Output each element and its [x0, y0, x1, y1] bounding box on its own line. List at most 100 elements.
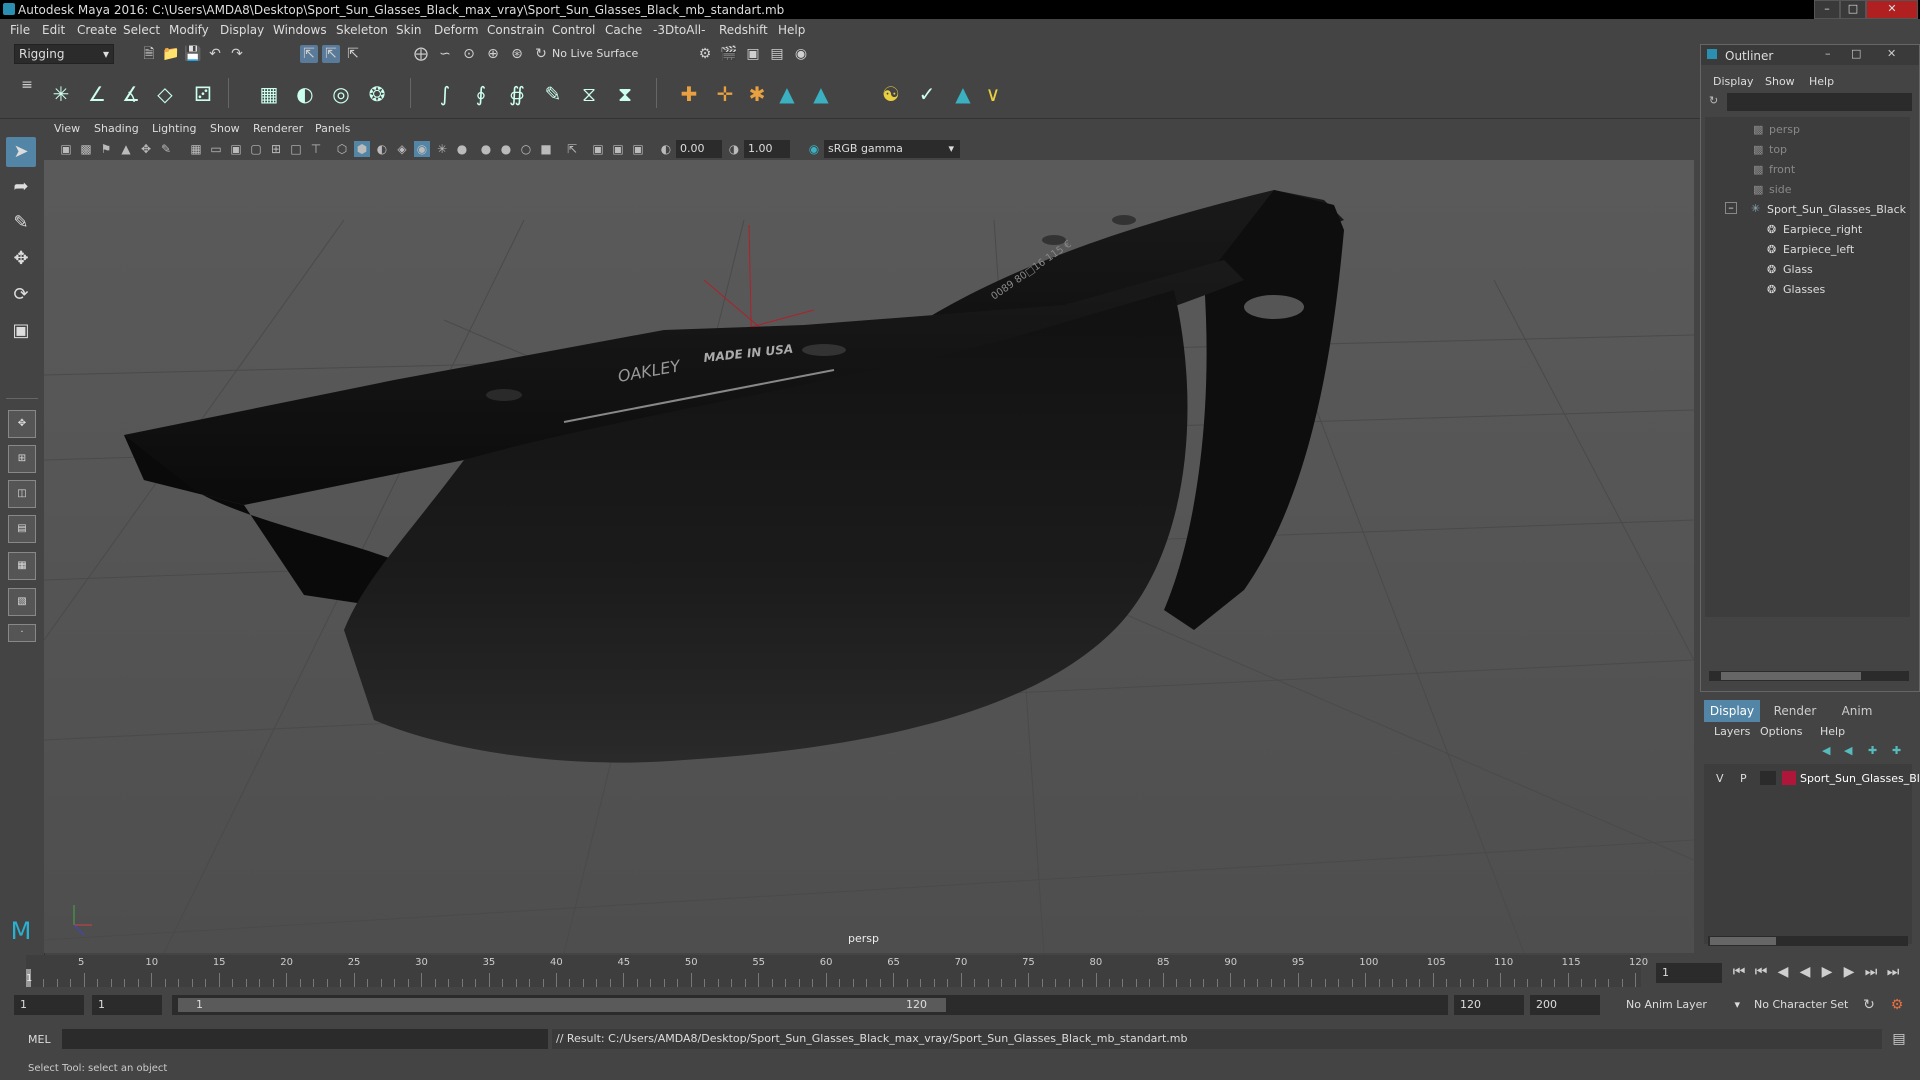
wire-icon[interactable]: ◎ — [328, 81, 354, 107]
new-scene-icon[interactable]: 🗎 — [140, 45, 158, 63]
animation-start-field[interactable]: 1 — [14, 995, 84, 1015]
use-all-lights-icon[interactable]: ◉ — [414, 141, 430, 157]
scale-tool-icon[interactable]: ▣ — [6, 316, 36, 346]
select-component-icon[interactable]: ⇱ — [344, 45, 362, 63]
step-forward-frame-icon[interactable]: ▶ — [1840, 963, 1858, 981]
bind-skin-icon[interactable]: ∫ — [432, 81, 458, 107]
select-hierarchy-icon[interactable]: ⇱ — [300, 45, 318, 63]
playback-end-field[interactable]: 120 — [1454, 995, 1524, 1015]
shadows-icon[interactable]: ✳ — [434, 141, 450, 157]
outliner-persp-icon[interactable]: ▤ — [8, 515, 36, 543]
maximize-icon[interactable]: □ — [1851, 47, 1861, 60]
menu-cache[interactable]: Cache — [605, 23, 642, 37]
menu-file[interactable]: File — [10, 23, 30, 37]
textured-icon[interactable]: ◈ — [394, 141, 410, 157]
range-slider[interactable]: 1 120 — [172, 995, 1448, 1015]
playback-start-field[interactable]: 1 — [92, 995, 162, 1015]
render-view-icon[interactable]: 🎬 — [720, 45, 738, 63]
snap-curve-icon[interactable]: ∽ — [436, 45, 454, 63]
move-layer-down-icon[interactable]: ◀ — [1844, 744, 1852, 757]
aim-constraint-icon[interactable]: ✱ — [744, 81, 770, 107]
outliner-menu-help[interactable]: Help — [1809, 75, 1834, 88]
move-layer-up-icon[interactable]: ◀ — [1822, 744, 1830, 757]
locator-icon[interactable]: ✚ — [676, 81, 702, 107]
joint-tool-icon[interactable]: ✳ — [48, 81, 74, 107]
menu-edit[interactable]: Edit — [42, 23, 65, 37]
safe-action-icon[interactable]: □ — [288, 141, 304, 157]
menu-constrain[interactable]: Constrain — [487, 23, 545, 37]
outliner-item-glass[interactable]: Glass — [1783, 263, 1813, 276]
depth-of-field-icon[interactable]: ○ — [518, 141, 534, 157]
lattice-icon[interactable]: ▦ — [256, 81, 282, 107]
gamma-field[interactable]: 1.00 — [744, 140, 790, 158]
tab-display[interactable]: Display — [1704, 700, 1760, 722]
xray-joints-icon[interactable]: ▣ — [590, 141, 606, 157]
scale-constraint-icon[interactable]: ▲ — [808, 81, 834, 107]
detach-skin-icon[interactable]: ∯ — [504, 81, 530, 107]
current-frame-field[interactable]: 1 — [1656, 963, 1722, 983]
parent-constraint-icon[interactable]: ☯ — [878, 81, 904, 107]
image-plane-icon[interactable]: ▲ — [118, 141, 134, 157]
menu-modify[interactable]: Modify — [169, 23, 209, 37]
redo-icon[interactable]: ↷ — [228, 45, 246, 63]
grease-pencil-icon[interactable]: ✎ — [158, 141, 174, 157]
panel-menu-renderer[interactable]: Renderer — [253, 122, 303, 135]
undo-icon[interactable]: ↶ — [206, 45, 224, 63]
outliner-search-input[interactable] — [1727, 93, 1912, 111]
xray-components-icon[interactable]: ▣ — [610, 141, 626, 157]
menu-display[interactable]: Display — [220, 23, 264, 37]
panel-menu-view[interactable]: View — [54, 122, 80, 135]
normal-constraint-icon[interactable]: ∨ — [980, 81, 1006, 107]
screen-space-ao-icon[interactable]: ● — [454, 141, 470, 157]
three-view-icon[interactable]: ▦ — [8, 552, 36, 580]
outliner-item-top[interactable]: top — [1769, 143, 1787, 156]
preferences-icon[interactable]: ⚙ — [1888, 996, 1906, 1014]
single-view-icon[interactable]: ✥ — [8, 410, 36, 438]
step-back-frame-icon[interactable]: ◀ — [1774, 963, 1792, 981]
outliner-item-group[interactable]: Sport_Sun_Glasses_Black — [1767, 203, 1906, 216]
save-scene-icon[interactable]: 💾 — [184, 45, 202, 63]
maximize-icon[interactable]: □ — [1840, 0, 1866, 19]
layers-menu-layers[interactable]: Layers — [1714, 725, 1750, 738]
auto-key-icon[interactable]: ↻ — [1860, 996, 1878, 1014]
wireframe-icon[interactable]: ⬡ — [334, 141, 350, 157]
close-icon[interactable]: ✕ — [1887, 47, 1896, 60]
select-tool-icon[interactable]: ➤ — [6, 137, 36, 167]
go-to-end-icon[interactable]: ⏭ — [1884, 963, 1902, 981]
outliner-menu-display[interactable]: Display — [1713, 75, 1754, 88]
wireframe-on-shaded-icon[interactable]: ◐ — [374, 141, 390, 157]
hypershade-icon[interactable]: ◉ — [792, 45, 810, 63]
outliner-item-earpiece-right[interactable]: Earpiece_right — [1783, 223, 1862, 236]
minimize-icon[interactable]: – — [1825, 47, 1831, 60]
smooth-skin-icon[interactable]: ∮ — [468, 81, 494, 107]
motion-blur-icon[interactable]: ● — [478, 141, 494, 157]
point-constraint-icon[interactable]: ✛ — [712, 81, 738, 107]
color-space-dropdown[interactable]: sRGB gamma ▾ — [824, 140, 960, 158]
layer-horizontal-scrollbar[interactable] — [1708, 936, 1908, 946]
open-scene-icon[interactable]: 📁 — [162, 45, 180, 63]
isolate-select-icon[interactable]: ■ — [538, 141, 554, 157]
snap-grid-icon[interactable]: ⨁ — [412, 45, 430, 63]
snap-point-icon[interactable]: ⊙ — [460, 45, 478, 63]
step-back-key-icon[interactable]: ⏮ — [1752, 963, 1770, 981]
layer-type-toggle[interactable] — [1760, 771, 1776, 785]
paint-select-icon[interactable]: ✎ — [6, 208, 36, 238]
close-icon[interactable]: ✕ — [1866, 0, 1918, 19]
render-frame-icon[interactable]: ▣ — [744, 45, 762, 63]
panel-menu-lighting[interactable]: Lighting — [152, 122, 196, 135]
go-to-start-icon[interactable]: ⏮ — [1730, 963, 1748, 981]
outliner-item-persp[interactable]: persp — [1769, 123, 1800, 136]
tab-anim[interactable]: Anim — [1830, 700, 1884, 722]
lasso-tool-icon[interactable]: ➦ — [6, 172, 36, 202]
layers-menu-help[interactable]: Help — [1820, 725, 1845, 738]
bookmark-icon[interactable]: ⚑ — [98, 141, 114, 157]
sculpt-icon[interactable]: ❂ — [364, 81, 390, 107]
minimize-icon[interactable]: – — [1814, 0, 1840, 19]
ik-handle-icon[interactable]: ∠ — [84, 81, 110, 107]
menu-help[interactable]: Help — [778, 23, 805, 37]
gamma-icon[interactable]: ◑ — [726, 141, 742, 157]
outliner-item-earpiece-left[interactable]: Earpiece_left — [1783, 243, 1854, 256]
rotate-tool-icon[interactable]: ⟳ — [6, 280, 36, 310]
step-forward-key-icon[interactable]: ⏭ — [1862, 963, 1880, 981]
animation-end-field[interactable]: 200 — [1530, 995, 1600, 1015]
